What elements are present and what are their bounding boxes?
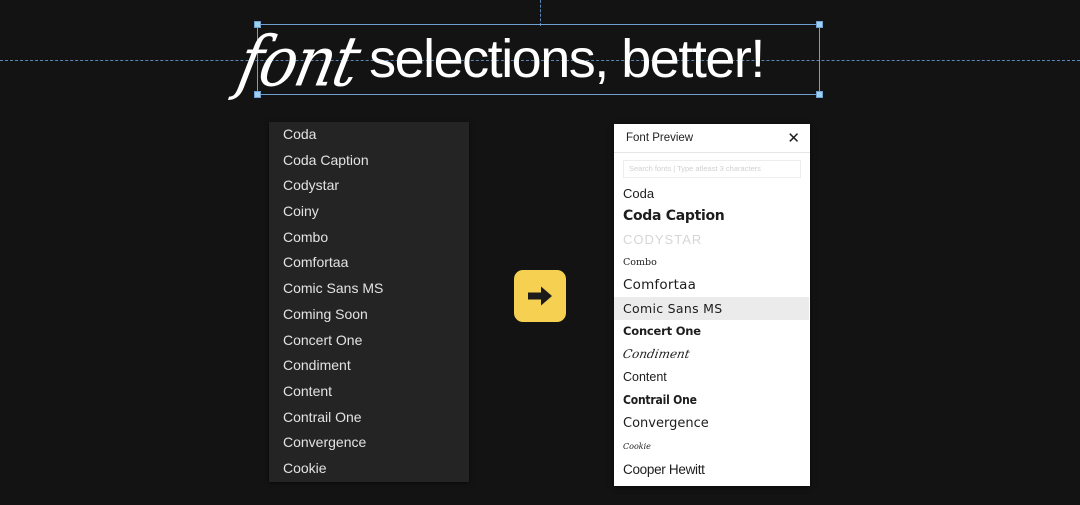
list-item[interactable]: Contrail One: [269, 405, 469, 431]
list-item[interactable]: Coming Soon: [269, 302, 469, 328]
headline-text[interactable]: font selections, better!: [231, 20, 765, 102]
resize-handle-bottom-right[interactable]: [816, 91, 823, 98]
search-field-wrapper: [614, 153, 810, 181]
font-preview-item-label: CODYSTAR: [623, 231, 703, 247]
panel-title: Font Preview: [626, 132, 694, 144]
font-preview-item-label: Condiment: [621, 347, 691, 361]
list-item-label: Coda: [283, 126, 317, 142]
font-preview-item[interactable]: Condiment: [614, 343, 810, 366]
list-item[interactable]: Comfortaa: [269, 250, 469, 276]
font-preview-item[interactable]: Content: [614, 366, 810, 389]
font-preview-item[interactable]: CODYSTAR: [614, 228, 810, 251]
font-preview-item-label: Convergence: [623, 415, 709, 431]
headline-plain-word: selections, better!: [369, 29, 765, 89]
font-preview-item[interactable]: Coda: [614, 182, 810, 205]
font-preview-item-label: Combo: [623, 256, 657, 268]
list-item[interactable]: Combo: [269, 225, 469, 251]
font-preview-panel[interactable]: Font Preview ✕ CodaCoda CaptionCODYSTARC…: [614, 124, 810, 486]
font-preview-item[interactable]: Concert One: [614, 320, 810, 343]
font-preview-item-label: Concert One: [623, 324, 701, 338]
list-item-label: Combo: [283, 228, 329, 245]
font-preview-item-label: Comfortaa: [623, 277, 697, 293]
resize-handle-top-right[interactable]: [816, 21, 823, 28]
font-preview-list[interactable]: Coda Coda Caption CODYSTAR Combo Comfortaa Co…: [614, 181, 810, 487]
list-item[interactable]: Content: [269, 379, 469, 405]
font-preview-item[interactable]: Cooper Hewitt: [614, 458, 810, 481]
arrow-right-button[interactable]: [514, 270, 566, 322]
list-item[interactable]: Coda Caption: [269, 148, 469, 174]
headline-script-word: font: [231, 20, 366, 102]
font-preview-item-label: Cooper Hewitt: [623, 461, 705, 477]
list-item-label: Coda Caption: [283, 151, 369, 168]
font-preview-item[interactable]: Contrail One: [614, 389, 810, 412]
list-item-label: Concert One: [283, 331, 363, 348]
list-item-label: Coiny: [283, 203, 319, 220]
list-item-label: Cookie: [283, 459, 327, 476]
font-preview-item-label: Coda Caption: [623, 208, 725, 224]
list-item[interactable]: Convergence: [269, 430, 469, 456]
font-preview-item[interactable]: Comfortaa: [614, 274, 810, 297]
list-item[interactable]: Comic Sans MS: [269, 276, 469, 302]
banner-area: font selections, better!: [0, 0, 1080, 112]
font-preview-header: Font Preview ✕: [614, 124, 810, 153]
font-preview-item[interactable]: Coda Caption: [614, 205, 810, 228]
close-icon[interactable]: ✕: [787, 131, 800, 146]
list-item-label: Contrail One: [283, 408, 362, 425]
font-preview-item[interactable]: Combo: [614, 251, 810, 274]
list-item-label: Content: [283, 382, 333, 399]
list-item[interactable]: Cookie: [269, 456, 469, 482]
list-item[interactable]: Condiment: [269, 353, 469, 379]
font-preview-item[interactable]: Convergence: [614, 412, 810, 435]
list-item[interactable]: Coiny: [269, 199, 469, 225]
list-item-label: Condiment: [283, 357, 351, 374]
font-preview-item-label: Contrail One: [623, 393, 697, 407]
font-preview-item-label: Coda: [623, 185, 655, 201]
font-preview-item[interactable]: COPPERPLATE: [614, 481, 810, 487]
list-item-label: Comfortaa: [283, 254, 349, 271]
font-preview-item-label: Content: [623, 370, 667, 384]
font-preview-item-label: Cookie: [623, 441, 651, 451]
list-item-label: Coming Soon: [283, 305, 368, 322]
list-item[interactable]: Concert One: [269, 328, 469, 354]
list-item-label: Codystar: [283, 177, 340, 194]
list-item-label: Comic Sans MS: [283, 280, 384, 297]
font-list-dark-panel[interactable]: Coda Coda Caption Codystar Coiny Combo Comfor…: [269, 122, 469, 482]
font-preview-item-label: Comic Sans MS: [623, 300, 723, 316]
font-preview-item[interactable]: Comic Sans MS: [614, 296, 809, 320]
list-item[interactable]: Codystar: [269, 173, 469, 199]
list-item[interactable]: Coda: [269, 122, 469, 148]
list-item-label: Convergence: [283, 434, 367, 451]
search-input[interactable]: [623, 159, 801, 178]
arrow-right-icon: [528, 286, 552, 306]
font-preview-item[interactable]: Cookie: [614, 435, 810, 458]
